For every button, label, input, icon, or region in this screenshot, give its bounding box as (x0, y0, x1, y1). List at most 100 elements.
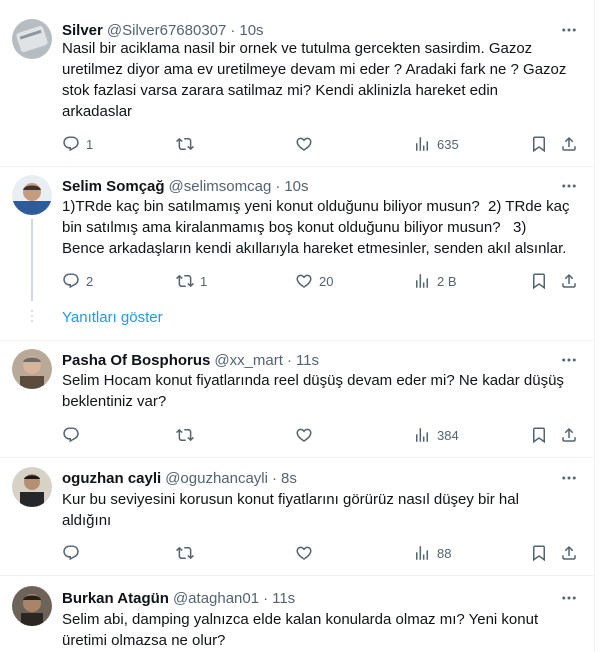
avatar[interactable] (12, 586, 52, 626)
author-name[interactable]: oguzhan cayli (62, 470, 161, 487)
tweet-divider (0, 340, 594, 341)
author-handle[interactable]: @oguzhancayli (165, 470, 268, 487)
share-button[interactable] (560, 425, 578, 445)
tweet-header: Selim Somçağ @selimsomcag · 10s (62, 176, 309, 196)
share-icon (562, 273, 576, 288)
retweet-button[interactable]: 1 (176, 271, 207, 291)
timestamp[interactable]: 10s (239, 22, 263, 39)
heart-icon (296, 546, 312, 560)
tweet-actions: 384 (58, 425, 588, 445)
retweet-button[interactable] (176, 543, 200, 563)
retweet-button[interactable] (176, 134, 200, 154)
heart-icon (296, 274, 312, 288)
tweet-text: 1)TRde kaç bin satılmamış yeni konut old… (62, 198, 570, 257)
retweet-icon (176, 137, 194, 151)
like-button[interactable] (295, 543, 319, 563)
more-options-icon[interactable] (559, 350, 579, 370)
heart-icon (296, 137, 312, 151)
views-count: 384 (437, 427, 459, 443)
reply-icon (63, 427, 79, 443)
avatar[interactable] (12, 175, 52, 215)
share-icon (562, 545, 576, 560)
thread-line (31, 219, 33, 301)
author-name[interactable]: Silver (62, 22, 103, 39)
author-name[interactable]: Burkan Atagün (62, 590, 169, 607)
tweet-header: Silver @Silver67680307 · 10s (62, 20, 264, 40)
tweet-header: oguzhan cayli @oguzhancayli · 8s (62, 468, 297, 488)
tweet-text: Nasil bir aciklama nasil bir ornek ve tu… (62, 40, 567, 120)
views-count: 2 B (437, 273, 457, 289)
separator-dot: · (230, 21, 236, 39)
bookmark-button[interactable] (530, 425, 548, 445)
like-button[interactable]: 20 (295, 271, 333, 291)
reply-icon (63, 545, 79, 561)
timestamp[interactable]: 11s (272, 590, 295, 607)
reply-button[interactable]: 1 (62, 134, 93, 154)
reply-button[interactable] (62, 425, 86, 445)
separator-dot: · (271, 469, 277, 487)
like-button[interactable] (295, 425, 319, 445)
more-options-icon[interactable] (559, 588, 579, 608)
tweet-actions: 1 635 (58, 134, 588, 154)
views-icon (416, 428, 428, 442)
author-name[interactable]: Selim Somçağ (62, 178, 165, 195)
bookmark-icon (533, 545, 545, 562)
views-button[interactable]: 635 (413, 134, 459, 154)
separator-dot: · (286, 351, 292, 369)
reply-count: 2 (86, 273, 94, 289)
more-options-icon[interactable] (559, 468, 579, 488)
thread-dots (31, 310, 33, 325)
author-handle[interactable]: @ataghan01 (173, 590, 259, 607)
retweet-icon (176, 274, 194, 288)
avatar[interactable] (12, 467, 52, 507)
share-button[interactable] (560, 271, 578, 291)
retweet-icon (176, 428, 194, 442)
more-options-icon[interactable] (559, 20, 579, 40)
tweet-header: Pasha Of Bosphorus @xx_mart · 11s (62, 350, 319, 370)
timestamp[interactable]: 8s (281, 470, 297, 487)
avatar[interactable] (12, 349, 52, 389)
like-button[interactable] (295, 134, 319, 154)
tweet-text: Selim abi, damping yalnızca elde kalan k… (62, 611, 539, 649)
views-button[interactable]: 88 (413, 543, 451, 563)
bookmark-icon (533, 427, 545, 444)
show-replies-link[interactable]: Yanıtları göster (62, 309, 163, 326)
timestamp[interactable]: 10s (284, 178, 308, 195)
timestamp[interactable]: 11s (296, 352, 319, 369)
bookmark-button[interactable] (530, 134, 548, 154)
avatar[interactable] (12, 19, 52, 59)
author-handle[interactable]: @selimsomcag (169, 178, 272, 195)
tweet-actions: 88 (58, 543, 588, 563)
tweet-text: Kur bu seviyesini korusun konut fiyatlar… (62, 491, 519, 529)
views-button[interactable]: 384 (413, 425, 459, 445)
views-button[interactable]: 2 B (413, 271, 457, 291)
share-icon (562, 427, 576, 442)
tweet-header: Burkan Atagün @ataghan01 · 11s (62, 588, 295, 608)
views-icon (416, 137, 428, 151)
author-name[interactable]: Pasha Of Bosphorus (62, 352, 210, 369)
more-options-icon[interactable] (559, 176, 579, 196)
tweet-divider (0, 166, 594, 167)
reply-button[interactable]: 2 (62, 271, 93, 291)
share-button[interactable] (560, 134, 578, 154)
views-icon (416, 546, 428, 560)
share-button[interactable] (560, 543, 578, 563)
tweet-divider (0, 457, 594, 458)
reply-icon (63, 273, 79, 289)
retweet-count: 1 (200, 273, 208, 289)
retweet-button[interactable] (176, 425, 200, 445)
views-count: 88 (437, 545, 452, 561)
views-icon (416, 274, 428, 288)
reply-count: 1 (86, 136, 94, 152)
timeline-border (594, 0, 595, 652)
author-handle[interactable]: @xx_mart (214, 352, 283, 369)
author-handle[interactable]: @Silver67680307 (107, 22, 226, 39)
bookmark-icon (533, 273, 545, 290)
bookmark-icon (533, 136, 545, 153)
tweet-actions: 2 1 20 2 B (58, 271, 588, 291)
reply-icon (63, 136, 79, 152)
retweet-icon (176, 546, 194, 560)
bookmark-button[interactable] (530, 543, 548, 563)
reply-button[interactable] (62, 543, 86, 563)
bookmark-button[interactable] (530, 271, 548, 291)
